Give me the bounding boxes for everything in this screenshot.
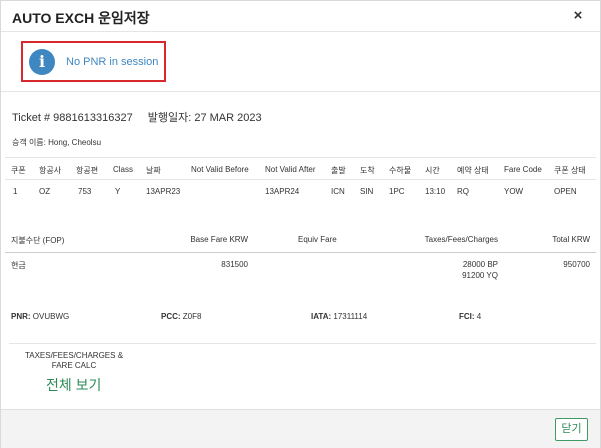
cell-total: 950700 (563, 260, 590, 269)
cell-airline: OZ (39, 187, 51, 196)
col-time: 시간 (425, 166, 440, 175)
cell-departure: ICN (331, 187, 345, 196)
cell-fare-code: YOW (504, 187, 524, 196)
cell-flight: 753 (78, 187, 92, 196)
pnr-label: PNR: (11, 312, 31, 321)
info-icon: i (29, 49, 55, 75)
fci-info: FCI: 4 (459, 312, 481, 321)
view-all-link[interactable]: 전체 보기 (46, 375, 101, 395)
cell-tax-yq: 91200 YQ (462, 271, 498, 280)
col-departure: 출발 (331, 166, 346, 175)
cell-tax-bp: 28000 BP (462, 260, 498, 269)
passenger-name: Hong, Cheolsu (48, 138, 102, 147)
fci-label: FCI: (459, 312, 475, 321)
pnr-info: PNR: OVUBWG (11, 312, 69, 321)
col-class: Class (113, 165, 134, 174)
notice-message: No PNR in session (66, 56, 159, 68)
col-baggage: 수하물 (389, 166, 412, 175)
fci-value: 4 (474, 312, 482, 321)
col-date: 날짜 (146, 166, 161, 175)
col-fare-code: Fare Code (504, 165, 542, 174)
col-fop: 지불수단 (FOP) (11, 236, 65, 245)
col-coupon: 쿠폰 (11, 166, 26, 175)
iata-value: 17311114 (331, 312, 368, 321)
col-coupon-status: 쿠폰 상태 (554, 166, 586, 175)
auto-exch-dialog: AUTO EXCH 운임저장 × i No PNR in session Tic… (0, 0, 601, 448)
dialog-footer: 닫기 (1, 409, 600, 448)
segment-table-header: 쿠폰 항공사 항공편 Class 날짜 Not Valid Before Not… (5, 157, 596, 180)
cell-booking-status: RQ (457, 187, 469, 196)
close-icon[interactable]: × (570, 7, 586, 25)
divider (1, 91, 600, 92)
col-flight: 항공편 (76, 166, 99, 175)
fare-table-header: 지불수단 (FOP) Base Fare KRW Equiv Fare Taxe… (5, 230, 596, 253)
cell-date: 13APR23 (146, 187, 181, 196)
pcc-value: Z0F8 (180, 312, 202, 321)
col-total: Total KRW (552, 235, 590, 244)
booking-info-row: PNR: OVUBWG PCC: Z0F8 IATA: 17311114 FCI… (5, 309, 596, 325)
col-not-valid-after: Not Valid After (265, 165, 316, 174)
dialog-header: AUTO EXCH 운임저장 × (1, 1, 600, 32)
issue-date: 발행일자: 27 MAR 2023 (147, 112, 262, 124)
close-button[interactable]: 닫기 (555, 418, 588, 441)
passenger-label: 승객 이름: (12, 138, 49, 147)
ticket-info: Ticket # 9881613316327 발행일자: 27 MAR 2023 (12, 109, 262, 125)
cell-arrival: SIN (360, 187, 374, 196)
cell-base-fare: 831500 (221, 260, 248, 269)
no-pnr-notice: i No PNR in session (21, 41, 166, 82)
col-booking-status: 예약 상태 (457, 166, 489, 175)
divider (9, 343, 596, 344)
col-equiv-fare: Equiv Fare (298, 235, 337, 244)
dialog-title: AUTO EXCH 운임저장 (12, 10, 150, 26)
cell-fop: 현금 (11, 261, 26, 270)
cell-coupon-status: OPEN (554, 187, 577, 196)
col-airline: 항공사 (39, 166, 62, 175)
col-base-fare: Base Fare KRW (190, 235, 248, 244)
pcc-info: PCC: Z0F8 (161, 312, 201, 321)
col-not-valid-before: Not Valid Before (191, 165, 249, 174)
iata-label: IATA: (311, 312, 332, 321)
cell-baggage: 1PC (389, 187, 405, 196)
passenger-info: 승객 이름: Hong, Cheolsu (12, 137, 101, 148)
pcc-label: PCC: (161, 312, 181, 321)
fare-calc-label: TAXES/FEES/CHARGES & FARE CALC (24, 351, 124, 370)
col-arrival: 도착 (360, 166, 375, 175)
fare-row: 현금 831500 28000 BP 91200 YQ 950700 (5, 253, 596, 293)
cell-not-valid-after: 13APR24 (265, 187, 300, 196)
cell-class: Y (115, 187, 121, 196)
ticket-number: Ticket # 9881613316327 (12, 112, 133, 124)
pnr-value: OVUBWG (30, 312, 70, 321)
cell-time: 13:10 (425, 187, 446, 196)
iata-info: IATA: 17311114 (311, 312, 367, 321)
col-taxes: Taxes/Fees/Charges (424, 235, 498, 244)
table-row: 1 OZ 753 Y 13APR23 13APR24 ICN SIN 1PC 1… (5, 182, 596, 202)
cell-coupon: 1 (13, 187, 18, 196)
